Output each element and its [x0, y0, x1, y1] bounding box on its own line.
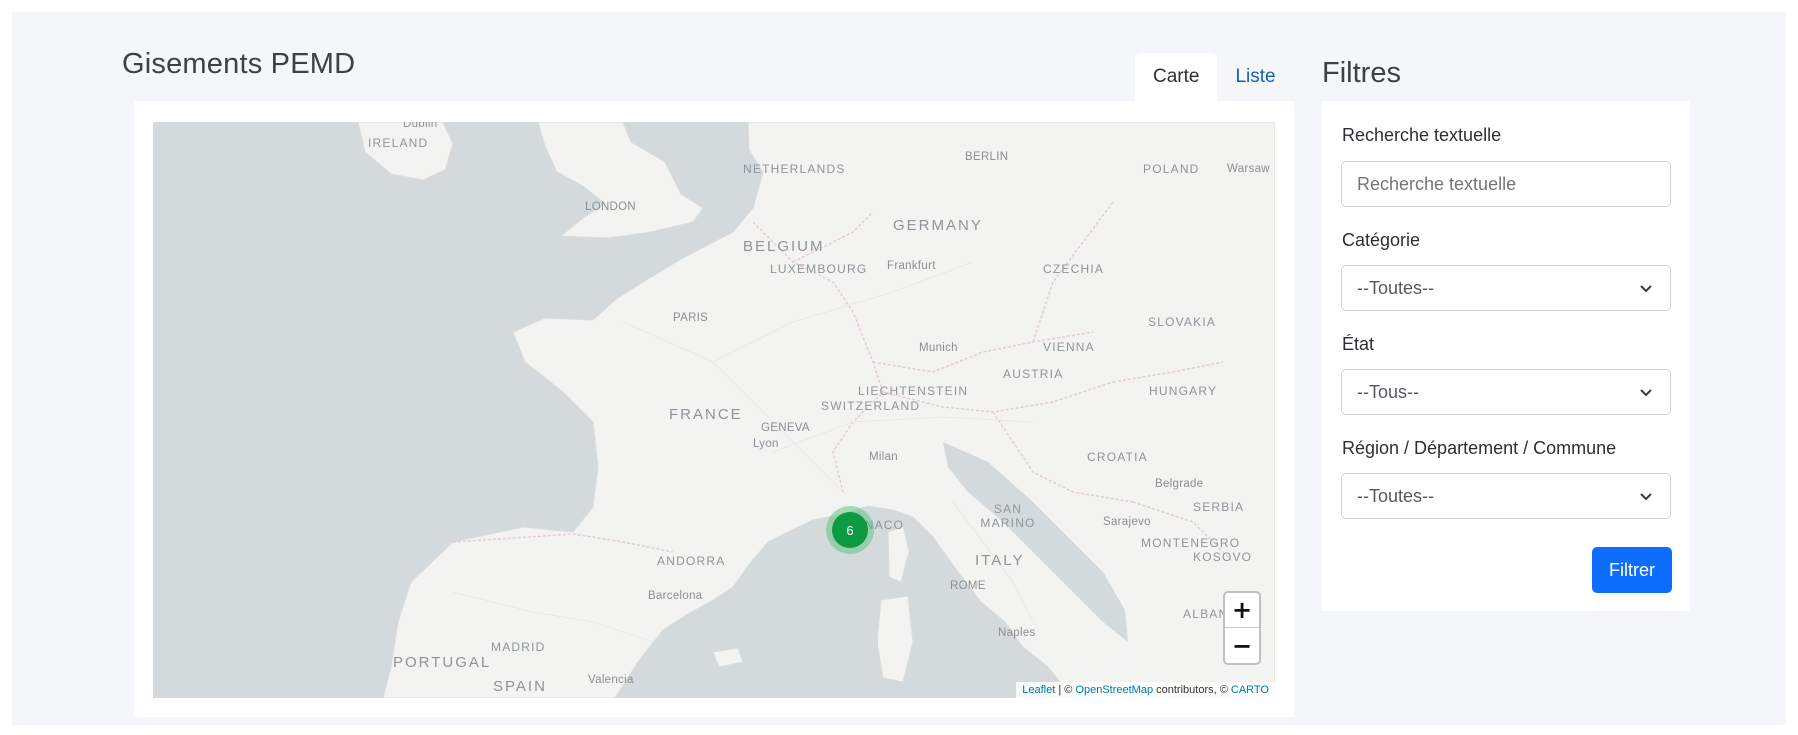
map-label-spain: SPAIN: [493, 678, 547, 695]
map-label-london: LONDON: [585, 201, 637, 213]
state-select[interactable]: --Tous--: [1341, 369, 1671, 415]
region-select[interactable]: --Toutes--: [1341, 473, 1671, 519]
category-select[interactable]: --Toutes--: [1341, 265, 1671, 311]
map-label-belgium: BELGIUM: [743, 238, 825, 255]
map-label-warsaw: Warsaw: [1227, 163, 1270, 175]
map-label-barcelona: Barcelona: [648, 590, 703, 602]
text-search-input[interactable]: [1341, 161, 1671, 207]
map-label-milan: Milan: [869, 451, 898, 463]
marker-cluster[interactable]: 6: [826, 506, 874, 554]
zoom-control: + −: [1223, 591, 1261, 665]
osm-link[interactable]: OpenStreetMap: [1075, 684, 1153, 696]
map-label-valencia: Valencia: [588, 674, 634, 686]
zoom-out-button[interactable]: −: [1225, 628, 1259, 663]
state-label: État: [1342, 334, 1375, 354]
map-label-liechtenstein: LIECHTENSTEIN: [858, 384, 969, 398]
map-label-geneva: GENEVA: [761, 422, 810, 434]
map-label-sarajevo: Sarajevo: [1103, 516, 1151, 528]
map-label-montenegro: MONTENEGRO: [1141, 536, 1241, 550]
map-label-netherlands: NETHERLANDS: [743, 162, 846, 176]
tab-liste[interactable]: Liste: [1217, 53, 1293, 101]
map-label-germany: GERMANY: [893, 217, 983, 234]
map-label-madrid: MADRID: [491, 640, 546, 654]
map-label-kosovo: KOSOVO: [1193, 550, 1253, 564]
category-label: Catégorie: [1342, 230, 1421, 250]
marker-cluster-count: 6: [832, 512, 868, 548]
map-label-poland: POLAND: [1143, 162, 1200, 176]
map-label-czechia: CZECHIA: [1043, 262, 1105, 276]
map-label-portugal: PORTUGAL: [393, 654, 492, 671]
filters-title: Filtres: [1322, 57, 1401, 89]
map-label-andorra: ANDORRA: [657, 554, 726, 568]
map-label-serbia: SERBIA: [1193, 500, 1245, 514]
map-label-vienna: VIENNA: [1043, 340, 1095, 354]
map-view[interactable]: Dublin IRELAND NETHERLANDS BERLIN POLAND…: [153, 122, 1275, 698]
text-search-label: Recherche textuelle: [1342, 125, 1502, 145]
map-label-luxembourg: LUXEMBOURG: [770, 262, 868, 276]
map-label-frankfurt: Frankfurt: [887, 260, 936, 272]
chevron-down-icon: [1640, 493, 1652, 501]
map-label-slovakia: SLOVAKIA: [1148, 315, 1217, 329]
map-attribution: Leaflet | © OpenStreetMap contributors, …: [1016, 682, 1275, 698]
region-label: Région / Département / Commune: [1342, 438, 1617, 458]
map-label-ireland: IRELAND: [368, 136, 429, 150]
map-label-lyon: Lyon: [753, 438, 779, 450]
map-label-belgrade: Belgrade: [1155, 478, 1204, 490]
map-label-hungary: HUNGARY: [1149, 384, 1218, 398]
map-label-italy: ITALY: [975, 552, 1025, 569]
map-label-dublin: Dublin: [403, 122, 438, 130]
attribution-sep: | ©: [1055, 684, 1076, 696]
carto-link[interactable]: CARTO: [1231, 684, 1269, 696]
map-label-france: FRANCE: [669, 406, 743, 423]
chevron-down-icon: [1640, 389, 1652, 397]
attribution-contrib: contributors, ©: [1153, 684, 1231, 696]
chevron-down-icon: [1640, 285, 1652, 293]
map-label-munich: Munich: [919, 342, 958, 354]
region-selected-value: --Toutes--: [1357, 485, 1435, 506]
map-label-berlin: BERLIN: [965, 151, 1009, 163]
tab-carte[interactable]: Carte: [1135, 53, 1218, 101]
map-label-croatia: CROATIA: [1087, 450, 1148, 464]
map-label-naples: Naples: [998, 627, 1036, 639]
zoom-in-button[interactable]: +: [1225, 593, 1259, 628]
category-selected-value: --Toutes--: [1357, 277, 1435, 298]
map-label-rome: ROME: [950, 580, 986, 592]
map-label-switzerland: SWITZERLAND: [821, 399, 921, 413]
map-label-san-marino: SAN MARINO: [980, 502, 1036, 530]
map-label-paris: PARIS: [673, 312, 709, 324]
state-selected-value: --Tous--: [1357, 381, 1419, 402]
view-tabs: Carte Liste: [1135, 53, 1294, 101]
leaflet-link[interactable]: Leaflet: [1022, 684, 1055, 696]
filter-button[interactable]: Filtrer: [1592, 547, 1672, 593]
map-label-austria: AUSTRIA: [1003, 367, 1064, 381]
page-title: Gisements PEMD: [122, 48, 356, 80]
